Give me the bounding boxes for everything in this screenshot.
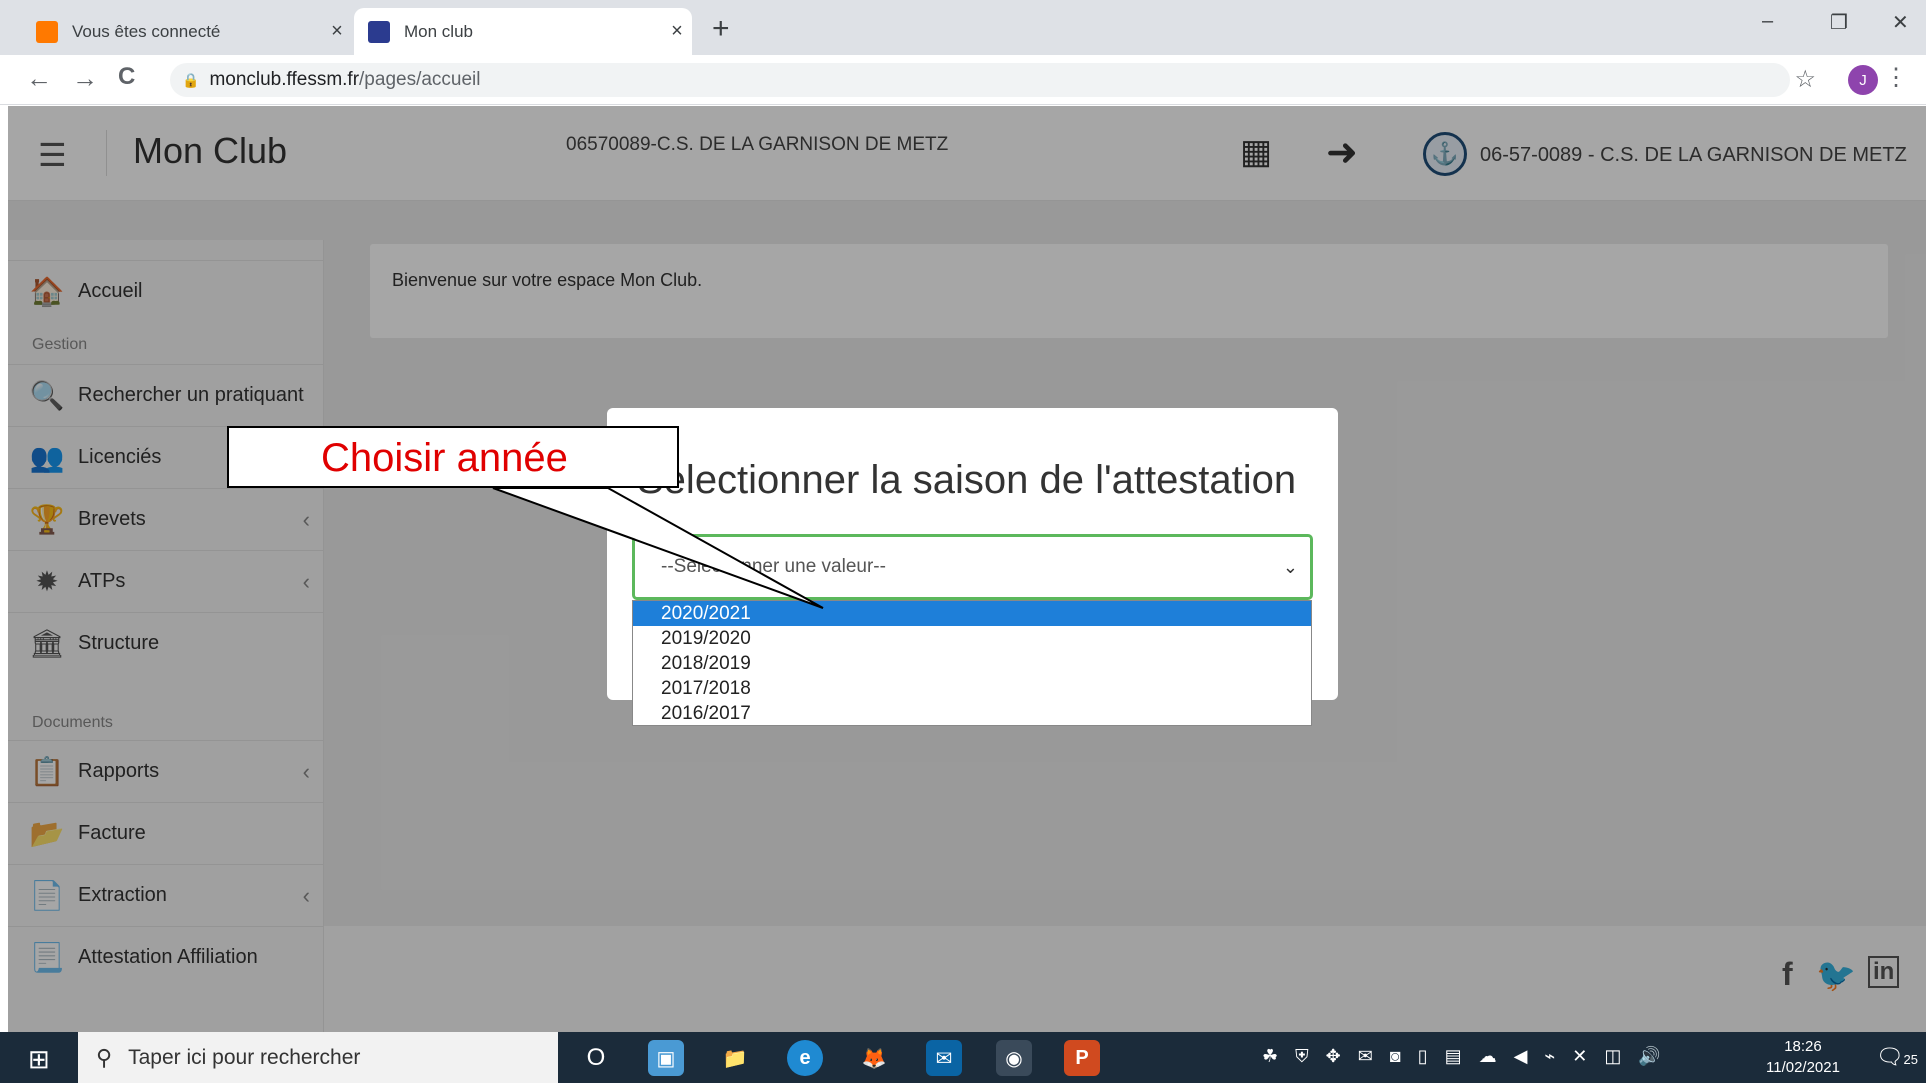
minimize-window-icon[interactable]: – — [1762, 10, 1773, 33]
outlook-icon[interactable]: ✉ — [926, 1040, 962, 1076]
tab-title: Mon club — [404, 21, 473, 41]
chrome-icon[interactable]: ◉ — [996, 1040, 1032, 1076]
url-path: /pages/accueil — [359, 69, 481, 90]
browser-menu-icon[interactable]: ⋮ — [1884, 63, 1908, 92]
web-page: ☰ Mon Club 06570089-C.S. DE LA GARNISON … — [8, 106, 1926, 1032]
forward-icon[interactable]: → — [72, 63, 98, 94]
new-tab-button[interactable]: + — [712, 12, 730, 46]
callout-pointer-shape — [492, 487, 824, 609]
browser-tab-vous-etes-connecte[interactable]: Vous êtes connecté × — [22, 8, 352, 55]
annotation-callout: Choisir année — [227, 426, 679, 488]
address-bar[interactable]: 🔒 monclub.ffessm.fr/pages/accueil — [170, 63, 1790, 97]
search-icon: ⚲ — [96, 1044, 113, 1070]
orange-favicon-icon — [36, 20, 58, 43]
lock-icon: 🔒 — [182, 71, 200, 88]
profile-avatar[interactable]: J — [1848, 65, 1878, 95]
taskbar-search-placeholder: Taper ici pour rechercher — [128, 1045, 361, 1069]
annotation-text: Choisir année — [321, 436, 568, 480]
taskbar-search[interactable]: ⚲ Taper ici pour rechercher — [78, 1032, 558, 1083]
photos-app-icon[interactable]: ▣ — [648, 1040, 684, 1076]
notification-count: 25 — [1903, 1052, 1918, 1067]
edge-icon[interactable]: e — [787, 1040, 823, 1076]
browser-toolbar: ← → C 🔒 monclub.ffessm.fr/pages/accueil … — [0, 55, 1926, 105]
tab-title: Vous êtes connecté — [72, 21, 221, 41]
browser-tab-mon-club[interactable]: Mon club × — [354, 8, 692, 55]
windows-taskbar: ⊞ ⚲ Taper ici pour rechercher O ▣ 📁 e 🦊 … — [0, 1032, 1926, 1083]
windows-start-icon[interactable]: ⊞ — [28, 1044, 50, 1075]
file-explorer-icon[interactable]: 📁 — [717, 1040, 753, 1076]
clock-date: 11/02/2021 — [1766, 1059, 1840, 1076]
system-tray-icons[interactable]: ☘ ⛨ ✥ ✉ ◙ ▯ ▤ ☁ ◀ ⌁ ✕ ◫ 🔊 — [1262, 1046, 1667, 1067]
taskbar-clock[interactable]: 18:26 11/02/2021 — [1766, 1036, 1840, 1078]
url-host: monclub.ffessm.fr — [209, 69, 360, 90]
tab-close-icon[interactable]: × — [662, 20, 692, 43]
monclub-favicon-icon — [368, 20, 390, 43]
clock-time: 18:26 — [1784, 1038, 1822, 1055]
restore-window-icon[interactable]: ❐ — [1830, 10, 1848, 35]
firefox-icon[interactable]: 🦊 — [856, 1040, 892, 1076]
callout-pointer — [492, 487, 824, 609]
back-icon[interactable]: ← — [26, 63, 52, 94]
notification-glyph: 🗨 — [1875, 1044, 1904, 1069]
bookmark-star-icon[interactable]: ☆ — [1794, 65, 1816, 94]
reload-icon[interactable]: C — [118, 63, 135, 91]
notifications-icon[interactable]: 🗨25 — [1876, 1044, 1918, 1070]
tab-close-icon[interactable]: × — [322, 20, 352, 43]
browser-tabstrip: Vous êtes connecté × Mon club × + – ❐ ✕ — [0, 0, 1926, 55]
powerpoint-icon[interactable]: P — [1064, 1040, 1100, 1076]
close-window-icon[interactable]: ✕ — [1892, 10, 1909, 35]
cortana-icon[interactable]: O — [578, 1040, 614, 1076]
